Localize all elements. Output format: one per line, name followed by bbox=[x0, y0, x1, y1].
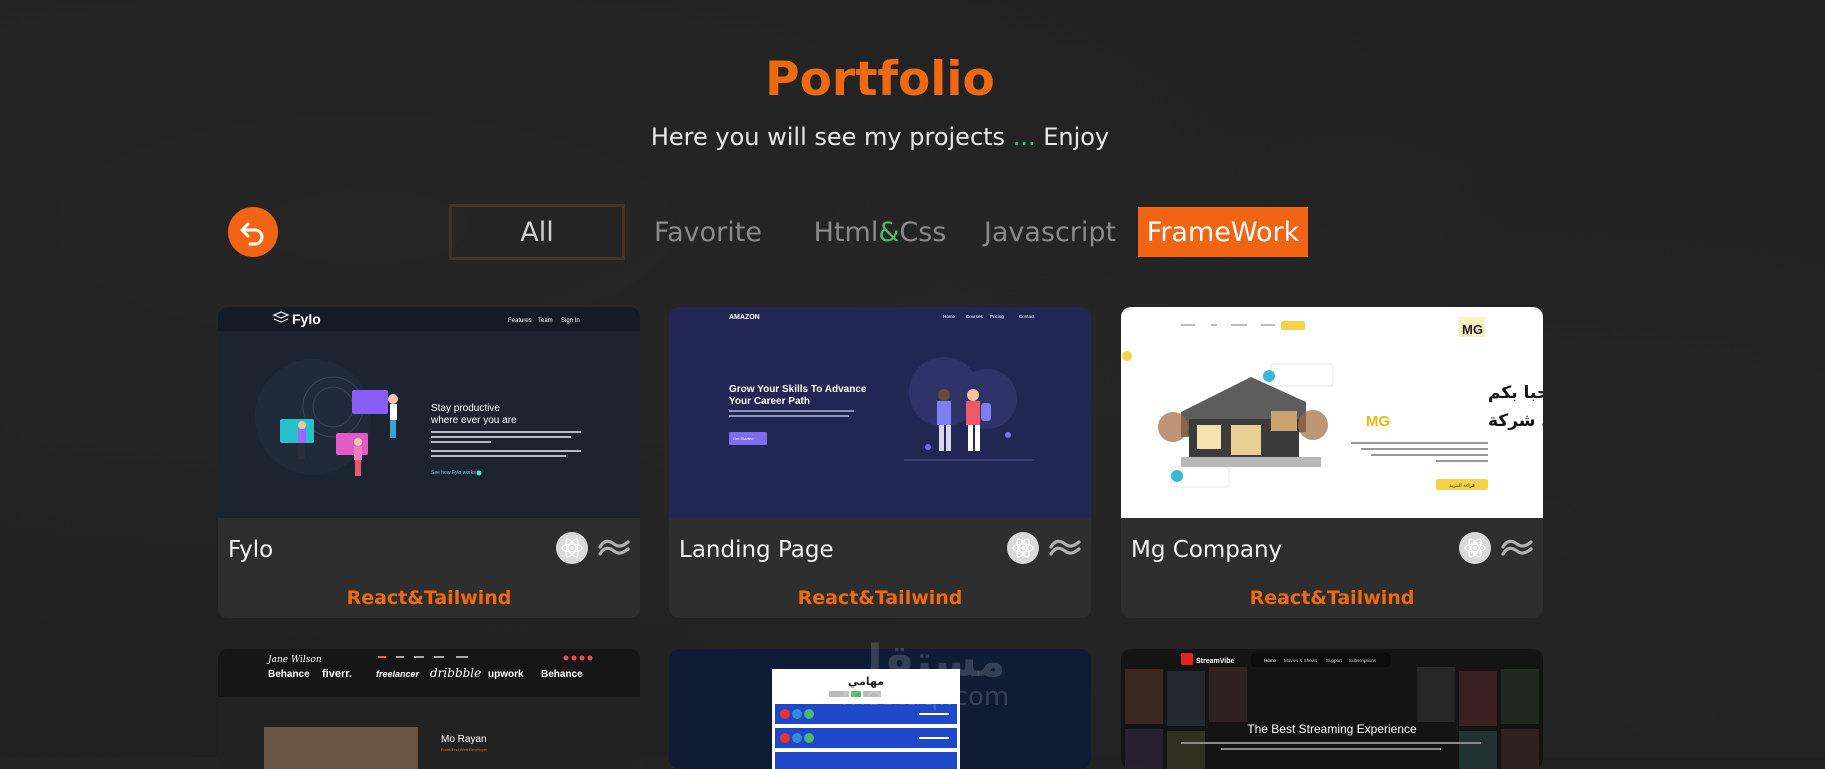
portfolio-brand-1: Behance bbox=[268, 669, 310, 680]
landing-headline-2: Your Career Path bbox=[729, 396, 810, 407]
landing-nav-4: Contact bbox=[1019, 314, 1035, 319]
subtitle-end: Enjoy bbox=[1035, 123, 1110, 151]
undo-arrow-icon bbox=[240, 222, 264, 246]
mg-headline-brand: MG bbox=[1366, 413, 1390, 430]
fylo-headline-2: where ever you are bbox=[430, 415, 517, 426]
filter-html-css[interactable]: Html & Css bbox=[813, 207, 947, 257]
fylo-nav-3: Sign In bbox=[561, 318, 580, 324]
mg-headline-2: في شركة bbox=[1488, 411, 1543, 431]
project-card-mg-company[interactable]: MG مرحبا بكم في شركة MG قراءة المزيد Mg bbox=[1121, 307, 1543, 618]
react-icon bbox=[556, 532, 588, 564]
watermark-arabic: مستقل bbox=[844, 636, 1006, 687]
project-name: Mg Company bbox=[1131, 537, 1283, 563]
fylo-link: See how Fylo works bbox=[431, 470, 476, 476]
fylo-nav-1: Features bbox=[508, 318, 532, 324]
back-button[interactable] bbox=[228, 207, 278, 257]
streaming-logo-text: StreamVibe bbox=[1196, 658, 1234, 665]
mg-button: قراءة المزيد bbox=[1449, 483, 1475, 489]
tailwind-icon bbox=[1049, 539, 1081, 556]
filter-html-left: Html bbox=[813, 216, 879, 248]
landing-button: Get Started bbox=[733, 436, 753, 441]
tailwind-icon bbox=[598, 539, 630, 556]
page-title: Portfolio bbox=[765, 52, 995, 107]
react-icon bbox=[1007, 532, 1039, 564]
fylo-nav-2: Team bbox=[538, 318, 553, 324]
watermark-latin: mostaql.com bbox=[840, 682, 1010, 712]
subtitle-dots: ... bbox=[1012, 123, 1036, 151]
filter-html-amp: & bbox=[878, 216, 900, 248]
subtitle-text: Here you will see my projects bbox=[650, 123, 1013, 151]
project-card-streaming[interactable]: StreamVibe Home Movies & Shows Support S… bbox=[1121, 649, 1543, 769]
mg-logo-text: MG bbox=[1462, 322, 1483, 337]
react-icon bbox=[1459, 532, 1491, 564]
filter-javascript[interactable]: Javascript bbox=[984, 207, 1116, 257]
portfolio-brand-5: upwork bbox=[488, 669, 524, 680]
streaming-nav-3: Support bbox=[1326, 658, 1343, 663]
project-tech: React&Tailwind bbox=[797, 587, 963, 609]
filter-favorite[interactable]: Favorite bbox=[652, 207, 764, 257]
filter-html-right: Css bbox=[899, 216, 947, 248]
streaming-headline: The Best Streaming Experience bbox=[1247, 722, 1417, 736]
streaming-nav-1: Home bbox=[1264, 658, 1277, 663]
fylo-headline-1: Stay productive bbox=[431, 403, 500, 414]
project-preview-portfolio[interactable]: Jane Wilson Behance fiverr. freelancer d… bbox=[218, 649, 640, 769]
portfolio-role: Front-End Web Developer bbox=[441, 747, 488, 752]
fylo-logo-text: Fylo bbox=[292, 311, 321, 327]
landing-nav-1: Home bbox=[943, 314, 956, 319]
filter-framework[interactable]: FrameWork bbox=[1138, 207, 1308, 257]
mg-headline-1: مرحبا بكم bbox=[1488, 383, 1543, 403]
project-name: Landing Page bbox=[679, 537, 834, 563]
landing-logo-text: AMAZON bbox=[729, 314, 760, 321]
project-name: Fylo bbox=[228, 537, 274, 563]
portfolio-brand-3: freelancer bbox=[376, 669, 420, 679]
portfolio-brand-4: dribbble bbox=[430, 666, 481, 680]
page-subtitle: Here you will see my projects ... Enjoy bbox=[0, 123, 1760, 151]
portfolio-brand-6: Behance bbox=[541, 669, 583, 680]
project-preview-streaming[interactable]: StreamVibe Home Movies & Shows Support S… bbox=[1121, 649, 1543, 769]
project-card-landing-page[interactable]: AMAZON Home Courses Pricing Contact Grow… bbox=[669, 307, 1091, 618]
project-card-fylo[interactable]: Fylo Features Team Sign In Stay producti… bbox=[218, 307, 640, 618]
watermark: مستقل mostaql.com bbox=[815, 636, 1035, 712]
project-preview-fylo[interactable]: Fylo Features Team Sign In Stay producti… bbox=[218, 307, 640, 518]
landing-nav-3: Pricing bbox=[990, 314, 1004, 319]
filter-all[interactable]: All bbox=[452, 207, 622, 257]
project-card-portfolio[interactable]: Jane Wilson Behance fiverr. freelancer d… bbox=[218, 649, 640, 769]
streaming-nav-4: Subscriptions bbox=[1349, 658, 1377, 663]
landing-headline-1: Grow Your Skills To Advance bbox=[729, 384, 867, 395]
project-preview-mg-company[interactable]: MG مرحبا بكم في شركة MG قراءة المزيد bbox=[1121, 307, 1543, 518]
project-tech: React&Tailwind bbox=[1249, 587, 1415, 609]
portfolio-brand-2: fiverr. bbox=[322, 668, 352, 680]
tailwind-icon bbox=[1501, 539, 1533, 556]
portfolio-person: Mo Rayan bbox=[441, 734, 487, 745]
portfolio-logo-text: Jane Wilson bbox=[266, 655, 322, 665]
project-tech: React&Tailwind bbox=[346, 587, 512, 609]
streaming-nav-2: Movies & Shows bbox=[1284, 658, 1318, 663]
landing-nav-2: Courses bbox=[966, 314, 984, 319]
project-preview-landing-page[interactable]: AMAZON Home Courses Pricing Contact Grow… bbox=[669, 307, 1091, 518]
